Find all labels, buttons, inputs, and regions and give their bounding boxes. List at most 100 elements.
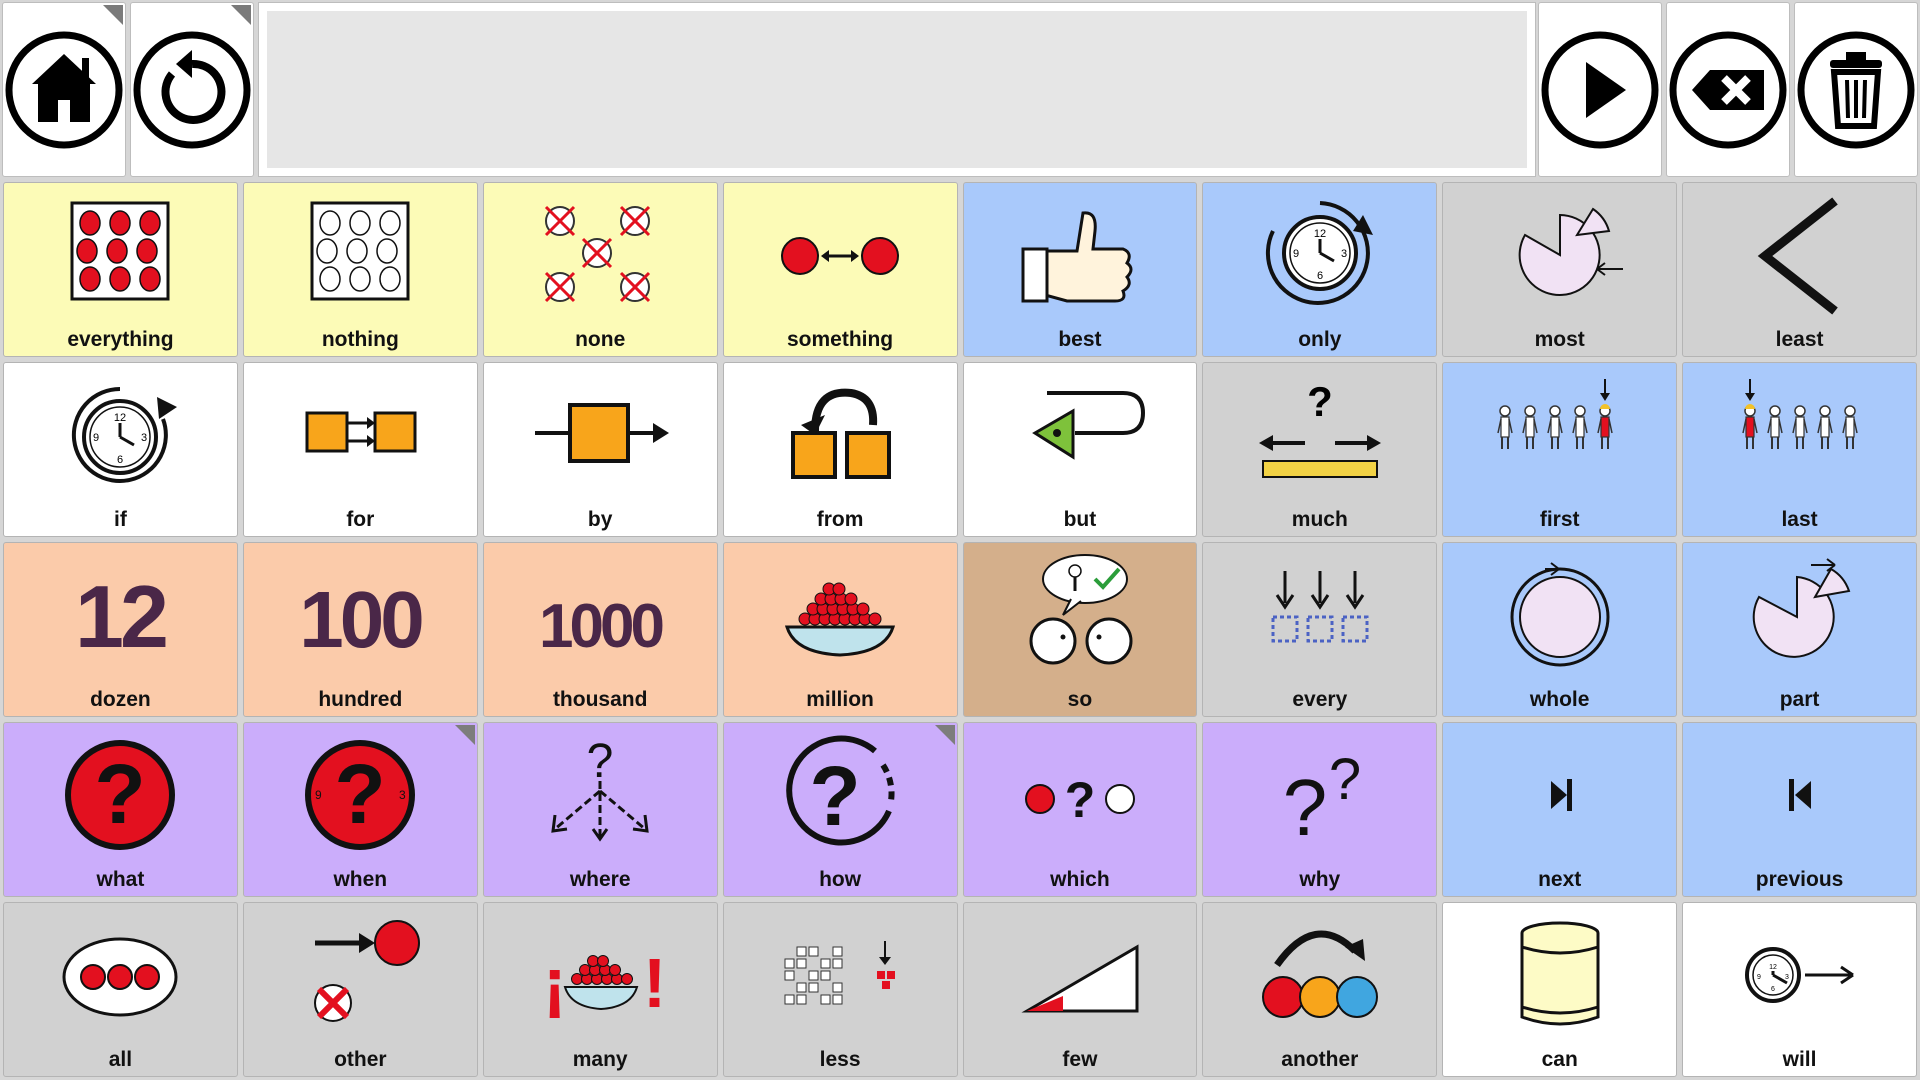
svg-text:?: ? [1065,772,1096,828]
word-button-dozen[interactable]: 12 dozen [3,542,238,717]
word-label: whole [1529,688,1590,711]
many-icon: ¡! [543,944,666,1022]
question-icon: ? [65,740,176,850]
svg-text:100: 100 [300,575,423,664]
for-icon [305,411,417,453]
word-label: how [819,868,862,891]
word-label: another [1281,1048,1359,1071]
word-button-so[interactable]: so [962,542,1198,717]
clock-loop-icon: 12 6 9 3 [1265,201,1373,305]
word-button-next[interactable]: next [1442,722,1678,897]
word-button-least[interactable]: least [1682,182,1917,357]
home-button[interactable] [2,2,126,177]
word-label: previous [1755,868,1844,891]
folder-corner [103,5,123,25]
word-button-by[interactable]: by [482,362,718,537]
word-button-where[interactable]: ? where [482,722,718,897]
number-1000-icon: 1000 [539,592,666,661]
where-icon: ? [551,735,649,842]
speak-button[interactable] [1538,2,1662,177]
word-button-whole[interactable]: whole [1442,542,1678,717]
word-button-every[interactable]: every [1202,542,1438,717]
back-button[interactable] [130,2,254,177]
none-icon [545,205,651,303]
svg-text:3: 3 [1341,248,1347,260]
svg-text:?: ? [335,747,386,841]
svg-text:6: 6 [1771,986,1775,993]
trash-icon [1797,31,1915,148]
word-button-million[interactable]: million [722,542,958,717]
word-button-previous[interactable]: previous [1682,722,1917,897]
word-label: but [1063,508,1097,531]
word-button-how[interactable]: ? how [722,722,958,897]
word-button-from[interactable]: from [722,362,958,537]
word-label: next [1538,868,1582,891]
word-button-much[interactable]: ? much [1202,362,1438,537]
svg-text:?: ? [809,749,860,843]
word-label: many [572,1048,628,1071]
much-icon: ? [1258,378,1381,478]
word-button-for[interactable]: for [242,362,478,537]
word-label: much [1291,508,1348,531]
word-button-part[interactable]: part [1682,542,1917,717]
word-button-if[interactable]: 12 6 9 3 if [3,362,238,537]
word-button-another[interactable]: another [1202,902,1438,1077]
word-button-few[interactable]: few [962,902,1198,1077]
svg-text:?: ? [1307,378,1333,425]
word-label: last [1781,508,1818,531]
toolbar [0,0,1920,180]
word-button-none[interactable]: none [482,182,718,357]
less-icon [784,941,896,1005]
word-button-other[interactable]: other [242,902,478,1077]
svg-text:1000: 1000 [539,592,662,661]
previous-icon [1788,779,1811,811]
word-button-many[interactable]: ¡! many [482,902,718,1077]
word-button-what[interactable]: ? what [3,722,238,897]
word-button-but[interactable]: but [962,362,1198,537]
word-button-last[interactable]: last [1682,362,1917,537]
folder-corner [454,725,475,745]
word-button-all[interactable]: all [3,902,238,1077]
message-text [267,11,1527,168]
so-icon [1029,554,1133,665]
word-button-most[interactable]: most [1442,182,1678,357]
word-label: all [108,1048,133,1071]
clear-button[interactable] [1794,2,1918,177]
word-label: from [816,508,864,531]
svg-text:6: 6 [1317,270,1323,282]
svg-text:12: 12 [1769,964,1777,971]
svg-text:9: 9 [1293,248,1299,260]
word-button-will[interactable]: 12 6 9 3 will [1682,902,1917,1077]
word-label: why [1299,868,1341,891]
how-icon: ? [786,735,895,846]
word-button-thousand[interactable]: 1000 thousand [482,542,718,717]
word-button-hundred[interactable]: 100 hundred [242,542,478,717]
first-icon [1496,379,1613,449]
word-button-best[interactable]: best [962,182,1198,357]
word-button-when[interactable]: ? 9 3 when [242,722,478,897]
something-icon [781,237,900,275]
svg-text:¡: ¡ [543,944,566,1022]
last-icon [1741,379,1858,449]
word-button-less[interactable]: less [722,902,958,1077]
word-button-why[interactable]: ?? why [1202,722,1438,897]
whole-icon [1510,562,1610,667]
word-label: something [786,328,894,351]
word-label: most [1534,328,1585,351]
word-label: where [569,868,631,891]
thumbs-up-icon [1021,211,1133,303]
backspace-button[interactable] [1666,2,1790,177]
question-clock-icon: ? 9 3 [305,740,416,850]
other-icon [314,920,421,1022]
word-button-everything[interactable]: everything [3,182,238,357]
word-button-first[interactable]: first [1442,362,1678,537]
word-button-only[interactable]: 12 6 9 3 only [1202,182,1438,357]
word-button-something[interactable]: something [722,182,958,357]
word-button-which[interactable]: ? which [962,722,1198,897]
message-bar[interactable] [258,2,1536,177]
word-button-nothing[interactable]: nothing [242,182,478,357]
word-label: part [1779,688,1820,711]
word-button-can[interactable]: can [1442,902,1678,1077]
but-icon [1032,391,1145,460]
word-label: so [1067,688,1093,711]
